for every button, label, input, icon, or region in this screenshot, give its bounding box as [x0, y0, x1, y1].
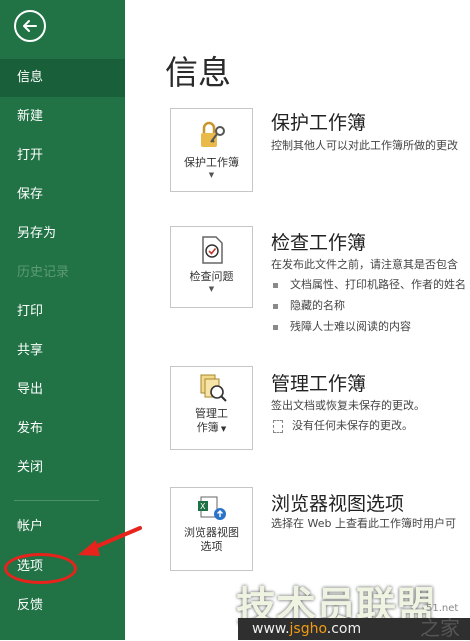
red-arrow-icon — [78, 526, 142, 556]
watermark-home: 之家 — [420, 616, 460, 640]
